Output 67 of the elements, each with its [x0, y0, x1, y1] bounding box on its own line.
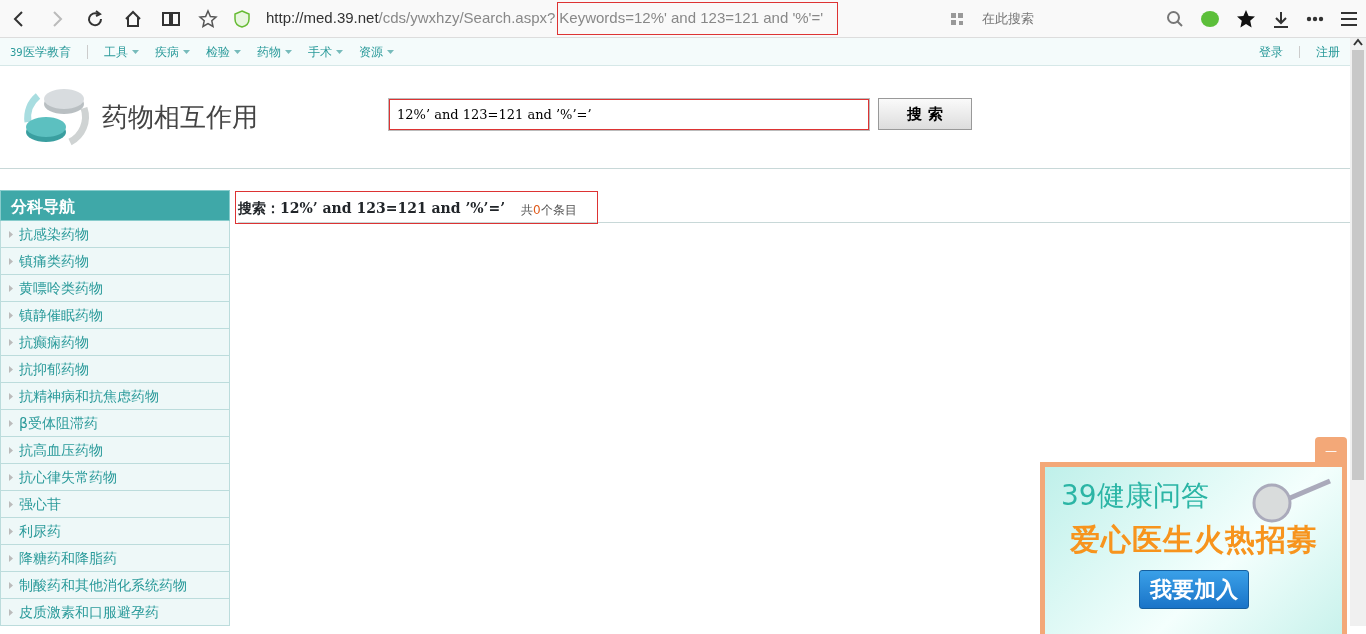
- shield-icon: [234, 9, 250, 28]
- search-result-heading: 搜索：12%’ and 123=121 and ’%’=’: [238, 199, 506, 218]
- sidebar-item[interactable]: 降糖药和降脂药: [0, 545, 230, 572]
- triangle-icon: [9, 608, 13, 616]
- education-link[interactable]: 39医学教育: [10, 42, 71, 61]
- nav-menu-link[interactable]: 药物: [256, 42, 292, 61]
- sidebar-item[interactable]: 抗抑郁药物: [0, 356, 230, 383]
- address-bar-url[interactable]: http://med.39.net/cds/ywxhzy/Search.aspx? Keywords=12%' and 123=121 and '%'=': [266, 1, 839, 36]
- triangle-icon: [9, 257, 13, 265]
- site-title: 药物相互作用: [102, 100, 258, 134]
- caret-icon: [284, 49, 292, 54]
- triangle-icon: [9, 284, 13, 292]
- qr-code-icon[interactable]: [950, 11, 964, 26]
- triangle-icon: [9, 500, 13, 508]
- sidebar-item[interactable]: 镇痛类药物: [0, 248, 230, 275]
- more-icon[interactable]: [1306, 15, 1324, 22]
- scrollbar[interactable]: [1350, 38, 1366, 626]
- sidebar-item[interactable]: 利尿药: [0, 518, 230, 545]
- triangle-icon: [9, 230, 13, 238]
- sidebar-item[interactable]: 抗心律失常药物: [0, 464, 230, 491]
- sidebar-item[interactable]: 黄嘌呤类药物: [0, 275, 230, 302]
- nav-menu-link[interactable]: 手术: [307, 42, 343, 61]
- caret-icon: [182, 49, 190, 54]
- nav-menu-link[interactable]: 资源: [358, 42, 394, 61]
- sidebar-heading: 分科导航: [0, 190, 230, 221]
- search-icon[interactable]: [1166, 9, 1184, 28]
- nav-menu-link[interactable]: 工具: [103, 42, 139, 61]
- caret-icon: [233, 49, 241, 54]
- sidebar-item[interactable]: 皮质激素和口服避孕药: [0, 599, 230, 626]
- ad-slogan: 爱心医生火热招募: [1069, 521, 1318, 559]
- sidebar-item[interactable]: 镇静催眠药物: [0, 302, 230, 329]
- triangle-icon: [9, 527, 13, 535]
- star-icon[interactable]: [1236, 8, 1256, 29]
- result-count: 共0个条目: [521, 202, 577, 219]
- search-input[interactable]: 12%’ and 123=121 and ’%’=’: [388, 97, 870, 131]
- triangle-icon: [9, 581, 13, 589]
- scroll-up-icon[interactable]: [1353, 38, 1363, 46]
- minimize-button[interactable]: —: [1315, 437, 1347, 464]
- sidebar-item[interactable]: 制酸药和其他消化系统药物: [0, 572, 230, 599]
- search-field[interactable]: 在此搜索: [980, 7, 1150, 30]
- sidebar-item[interactable]: 强心苷: [0, 491, 230, 518]
- triangle-icon: [9, 419, 13, 427]
- star-icon[interactable]: [198, 8, 218, 29]
- triangle-icon: [9, 392, 13, 400]
- search-button[interactable]: 搜 索: [878, 98, 972, 130]
- triangle-icon: [9, 311, 13, 319]
- download-icon[interactable]: [1272, 9, 1290, 28]
- account-link[interactable]: 登录: [1259, 42, 1283, 61]
- triangle-icon: [9, 365, 13, 373]
- caret-icon: [131, 49, 139, 54]
- caret-icon: [335, 49, 343, 54]
- triangle-icon: [9, 446, 13, 454]
- nav-menu-link[interactable]: 检验: [205, 42, 241, 61]
- triangle-icon: [9, 473, 13, 481]
- sidebar-item[interactable]: β受体阻滞药: [0, 410, 230, 437]
- sidebar-item[interactable]: 抗高血压药物: [0, 437, 230, 464]
- caret-icon: [386, 49, 394, 54]
- triangle-icon: [9, 338, 13, 346]
- account-link[interactable]: 注册: [1316, 42, 1340, 61]
- ad-headline: 39健康问答: [1060, 478, 1209, 514]
- sidebar-item[interactable]: 抗精神病和抗焦虑药物: [0, 383, 230, 410]
- triangle-icon: [9, 554, 13, 562]
- sidebar-item[interactable]: 抗感染药物: [0, 221, 230, 248]
- nav-menu-link[interactable]: 疾病: [154, 42, 190, 61]
- menu-icon[interactable]: [1340, 10, 1358, 27]
- join-button[interactable]: 我要加入: [1138, 570, 1249, 609]
- sidebar-item[interactable]: 抗癫痫药物: [0, 329, 230, 356]
